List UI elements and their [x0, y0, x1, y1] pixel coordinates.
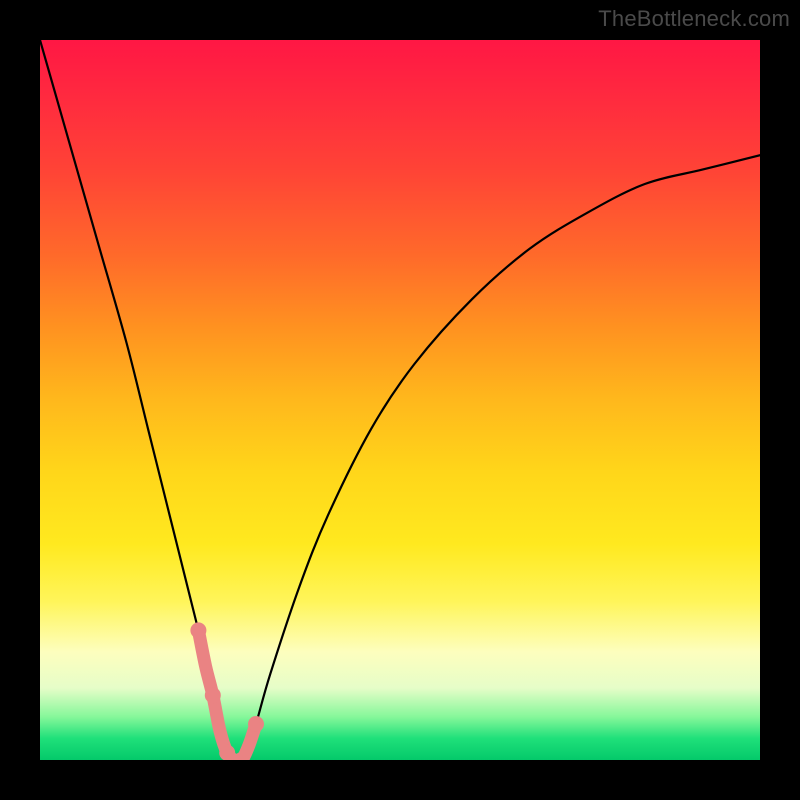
bottleneck-curve	[40, 40, 760, 760]
plot-area	[40, 40, 760, 760]
highlight-marker	[190, 622, 206, 638]
bottleneck-curve-svg	[40, 40, 760, 760]
highlight-marker	[205, 687, 221, 703]
chart-frame: TheBottleneck.com	[0, 0, 800, 800]
attribution-label: TheBottleneck.com	[598, 6, 790, 32]
highlight-marker	[248, 716, 264, 732]
